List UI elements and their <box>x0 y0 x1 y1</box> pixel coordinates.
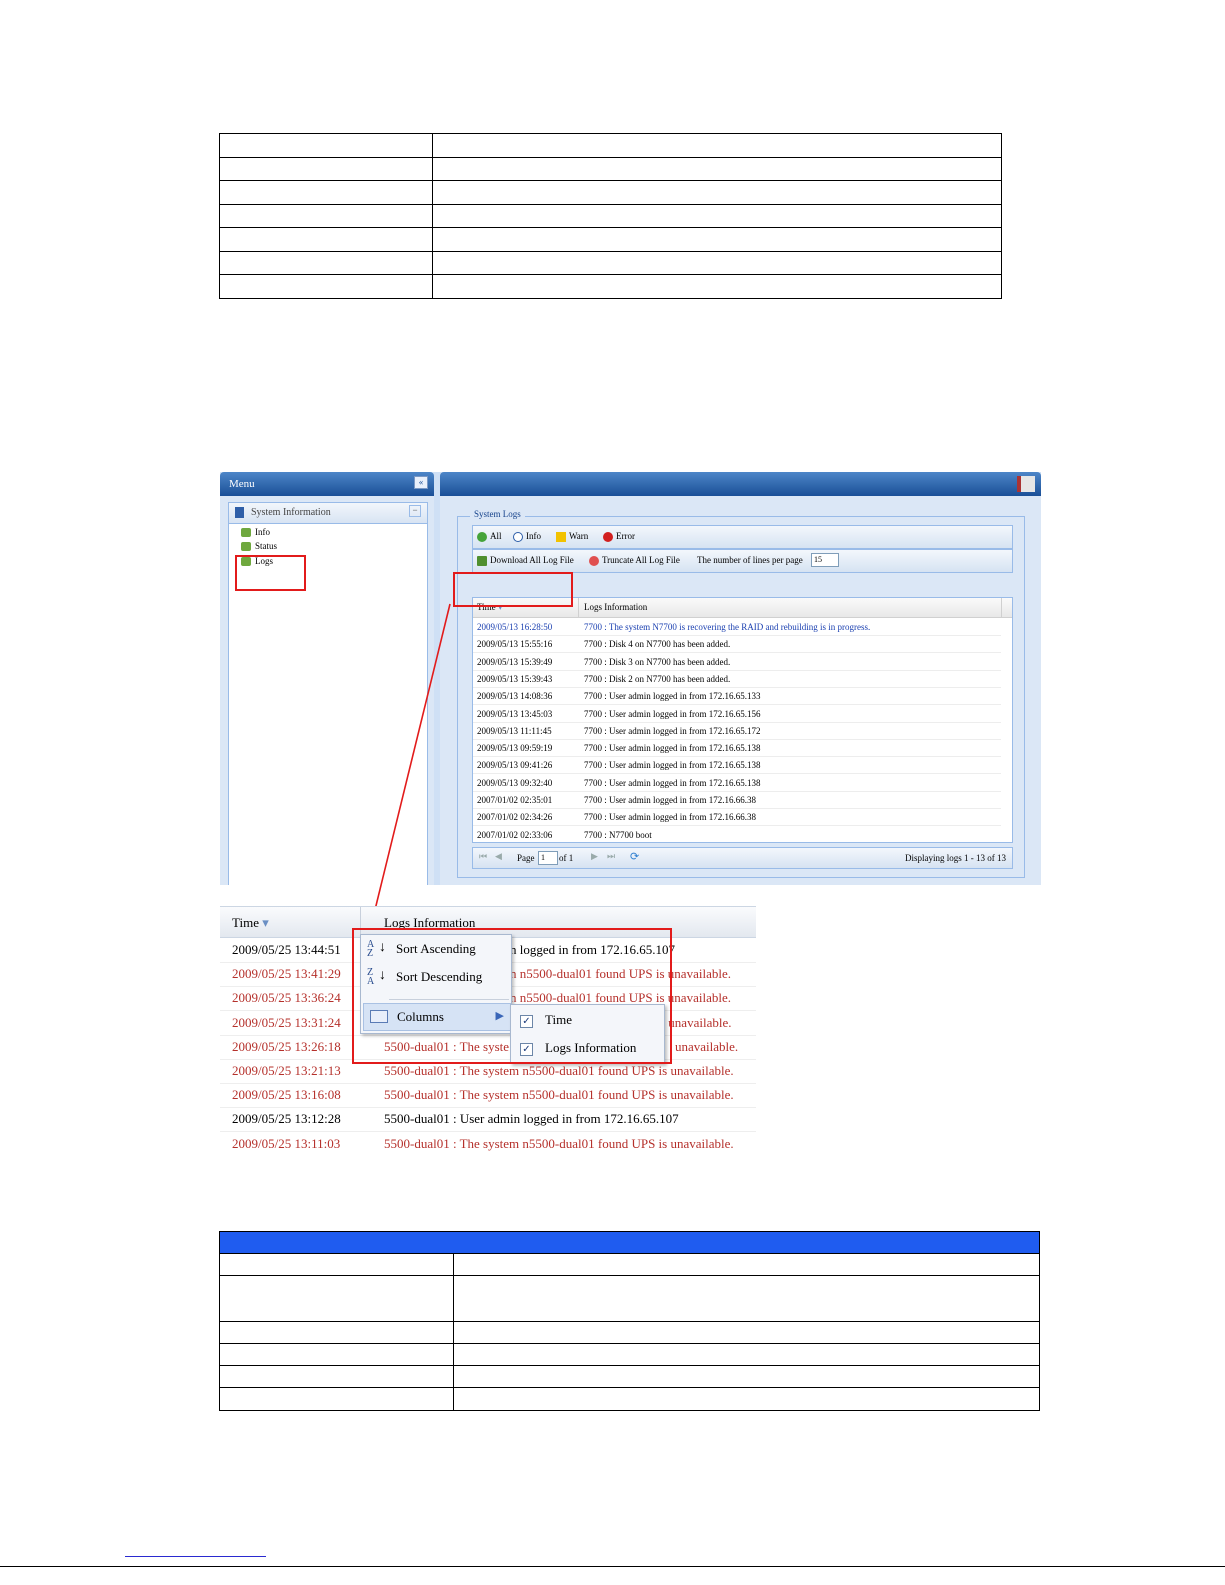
log-time: 2009/05/25 13:36:24 <box>232 990 341 1006</box>
table-row <box>219 1387 1040 1411</box>
zoom-column-time-header[interactable]: Time ▾ <box>232 915 269 931</box>
log-time: 2009/05/25 13:44:51 <box>232 942 341 957</box>
table-row <box>219 1343 1040 1366</box>
table-row <box>219 1253 1040 1276</box>
log-info: 5500-dual01 : User admin logged in from … <box>384 1111 679 1127</box>
bottom-table <box>219 1231 1040 1411</box>
log-info: 5500-dual01 : The system n5500-dual01 fo… <box>384 1135 734 1151</box>
log-time: 2009/05/25 13:41:29 <box>232 966 341 982</box>
table-row <box>219 1365 1040 1388</box>
column-menu-zoom: Time ▾ Logs Information 2009/05/25 13:44… <box>220 906 756 1152</box>
log-info-tail: unavailable. <box>675 1038 739 1054</box>
zoom-log-row[interactable]: 2009/05/25 13:12:28 5500-dual01 : User ad… <box>220 1107 756 1133</box>
table-row <box>219 1275 1040 1322</box>
sort-desc-icon: ▾ <box>262 915 269 930</box>
log-time: 2009/05/25 13:31:24 <box>232 1014 341 1030</box>
zoom-log-row[interactable]: 2009/05/25 13:11:03 5500-dual01 : The sys… <box>220 1132 756 1152</box>
menu-highlight-box <box>352 928 672 1064</box>
table-row <box>219 1321 1040 1344</box>
log-time: 2009/05/25 13:11:03 <box>232 1135 341 1151</box>
footer-rule <box>0 1566 1225 1567</box>
log-time: 2009/05/25 13:12:28 <box>232 1111 341 1127</box>
log-time: 2009/05/25 13:21:13 <box>232 1063 341 1078</box>
footer-link-underline <box>125 1556 266 1557</box>
table-header-row <box>219 1231 1040 1254</box>
log-info: 5500-dual01 : The system n5500-dual01 fo… <box>384 1063 734 1078</box>
log-time: 2009/05/25 13:16:08 <box>232 1087 341 1103</box>
zoom-log-row[interactable]: 2009/05/25 13:16:08 5500-dual01 : The sys… <box>220 1083 756 1109</box>
log-time: 2009/05/25 13:26:18 <box>232 1038 341 1054</box>
log-info: 5500-dual01 : The system n5500-dual01 fo… <box>384 1087 734 1103</box>
